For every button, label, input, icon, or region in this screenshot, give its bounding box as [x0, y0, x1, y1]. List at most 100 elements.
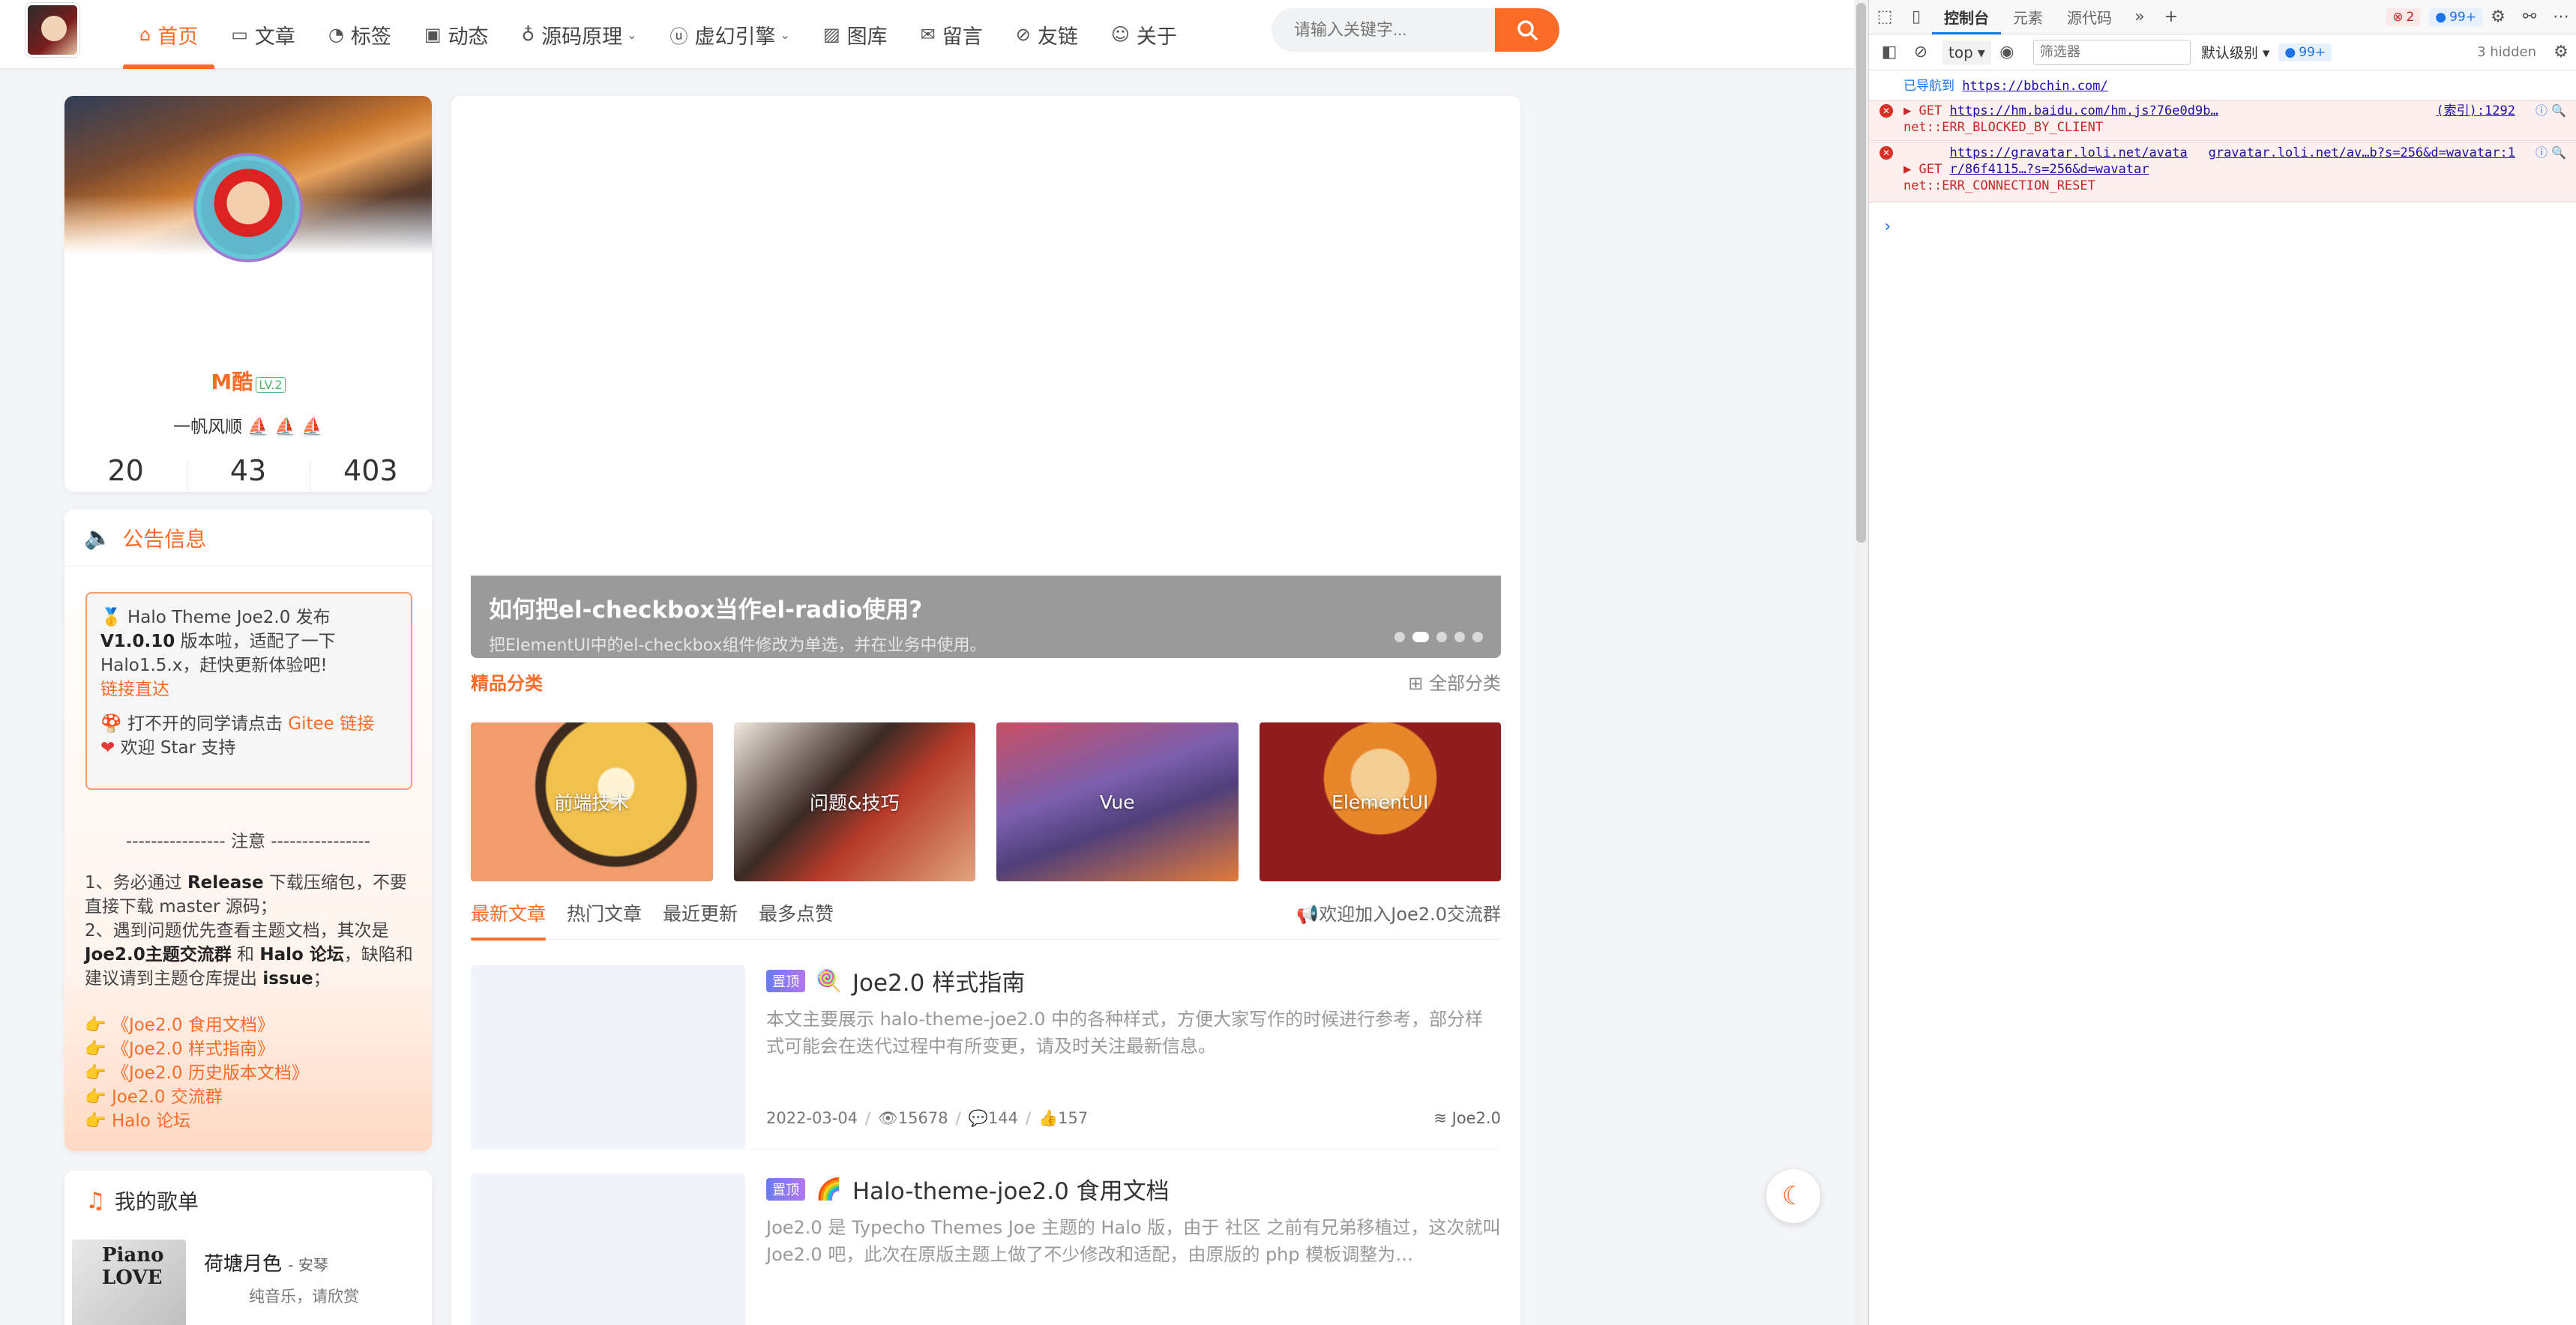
log-level-value: 默认级别	[2200, 45, 2258, 61]
inspect-icon[interactable]: ⬚	[1869, 0, 1901, 34]
nav-url-link[interactable]: https://bbchin.com/	[1962, 79, 2107, 94]
error-count-badge[interactable]: ⊗ 2	[2386, 7, 2421, 26]
chevron-down-icon: ⌄	[627, 27, 637, 42]
category-label: ElementUI	[1331, 791, 1429, 813]
notice-title: 公告信息	[122, 526, 207, 552]
song-name[interactable]: 荷塘月色 - 安琴	[204, 1249, 328, 1276]
error-count: 2	[2406, 9, 2415, 25]
category-card-1[interactable]: 前端技术	[471, 722, 713, 881]
all-categories-link[interactable]: ⊞ 全部分类	[1408, 668, 1501, 695]
stat-2[interactable]: 43文章数	[187, 453, 309, 492]
carousel-dot-1[interactable]	[1394, 632, 1405, 642]
article-tab-1[interactable]: 最新文章	[471, 896, 547, 941]
search-button[interactable]	[1495, 8, 1559, 52]
stat-1[interactable]: 20分类数	[64, 453, 187, 492]
console-prompt[interactable]: ›	[1883, 217, 1892, 236]
page-scrollbar[interactable]	[1854, 0, 1868, 1325]
device-toggle-icon[interactable]: ▯	[1901, 0, 1932, 34]
carousel-dot-5[interactable]	[1472, 632, 1483, 642]
category-card-3[interactable]: Vue	[996, 722, 1239, 881]
carousel-banner[interactable]: 如何把el-checkbox当作el-radio使用? 把ElementUI中的…	[471, 115, 1501, 658]
note-heading: ---------------- 注意 ----------------	[125, 832, 371, 851]
post-thumbnail[interactable]	[471, 1174, 745, 1325]
browser-viewport: ⌂ 首页 ▭ 文章 ◔ 标签 ▣ 动态 ♁ 源码原理 ⌄ ⓤ 虚幻引擎 ⌄ ▨ 图库 ✉ 留言 ⊘ 友链 ☺ 关于 M酷L…	[0, 0, 2576, 1325]
category-card-2[interactable]: 问题&技巧	[733, 722, 975, 881]
article-tab-2[interactable]: 热门文章	[567, 896, 642, 940]
category-card-4[interactable]: ElementUI	[1259, 722, 1501, 881]
nav-item-4[interactable]: ▣ 动态	[408, 0, 505, 69]
nav-item-3[interactable]: ◔ 标签	[312, 0, 408, 69]
issue-actions-icon[interactable]: ⓘ 🔍	[2536, 103, 2566, 119]
site-logo[interactable]	[25, 3, 79, 57]
article-tab-3[interactable]: 最近更新	[663, 896, 738, 940]
article-tab-4[interactable]: 最多点赞	[759, 896, 834, 940]
doc-link-2[interactable]: 👉 《Joe2.0 样式指南》	[85, 1037, 415, 1061]
nav-item-5[interactable]: ♁ 源码原理 ⌄	[505, 0, 654, 69]
doc-link-4[interactable]: 👉 Joe2.0 交流群	[85, 1085, 415, 1109]
add-tab-icon[interactable]: +	[2155, 0, 2187, 34]
carousel-dot-4[interactable]	[1454, 632, 1465, 642]
post-title[interactable]: 置顶 🌈 Halo-theme-joe2.0 食用文档	[766, 1172, 1170, 1206]
devtools-tab-2[interactable]: 元素	[2001, 0, 2055, 34]
pinned-badge: 置顶	[766, 1177, 805, 1201]
nav-item-9[interactable]: ⊘ 友链	[999, 0, 1095, 69]
post-item[interactable]: 置顶 🍭 Joe2.0 样式指南 本文主要展示 halo-theme-joe2.0 中…	[471, 941, 1501, 1150]
nav-item-8[interactable]: ✉ 留言	[904, 0, 999, 69]
post-title[interactable]: 置顶 🍭 Joe2.0 样式指南	[766, 964, 1025, 997]
song-cover[interactable]: Piano LOVE	[72, 1240, 186, 1325]
request-url-link[interactable]: https://gravatar.loli.net/avatar/86f4115…	[1949, 145, 2189, 178]
post-comments: 144	[987, 1109, 1018, 1127]
clear-console-icon[interactable]: ⊘	[1905, 35, 1936, 70]
console-settings-icon[interactable]: ⚙	[2545, 35, 2576, 70]
carousel-dot-2[interactable]	[1412, 632, 1429, 642]
request-url-link[interactable]: https://hm.baidu.com/hm.js?76e0d9b…	[1949, 103, 2218, 119]
join-group-link[interactable]: 📢欢迎加入Joe2.0交流群	[1296, 896, 1501, 926]
nav-item-6[interactable]: ⓤ 虚幻引擎 ⌄	[654, 0, 807, 69]
console-error-entry[interactable]: ✕ ▶ GET https://hm.baidu.com/hm.js?76e0d9…	[1869, 100, 2576, 141]
doc-link-3[interactable]: 👉 《Joe2.0 历史版本文档》	[85, 1061, 415, 1085]
message-count: 99+	[2449, 9, 2476, 25]
avatar[interactable]	[196, 156, 300, 259]
more-tabs-icon[interactable]: »	[2124, 0, 2155, 34]
search-input[interactable]	[1272, 8, 1496, 52]
error-source-link[interactable]: (索引):1292	[2436, 103, 2515, 119]
issue-actions-icon[interactable]: ⓘ 🔍	[2536, 145, 2566, 161]
nav-item-1[interactable]: ⌂ 首页	[123, 0, 215, 69]
sidebar-toggle-icon[interactable]: ◧	[1874, 35, 1905, 70]
page-scrollbar-thumb[interactable]	[1856, 3, 1866, 543]
doc-link-1[interactable]: 👉 《Joe2.0 食用文档》	[85, 1013, 415, 1037]
post-thumbnail[interactable]	[471, 965, 745, 1148]
eye-icon: 👁	[878, 1109, 898, 1127]
menu-icon[interactable]: ⋯	[2545, 0, 2576, 34]
devtools-tab-1[interactable]: 控制台	[1932, 0, 2001, 34]
devtools-tab-3[interactable]: 源代码	[2055, 0, 2124, 34]
stat-3[interactable]: 403评论数	[309, 453, 432, 492]
dark-mode-toggle[interactable]: ☾	[1766, 1169, 1820, 1223]
gitee-link[interactable]: Gitee 链接	[288, 714, 374, 734]
direct-link[interactable]: 链接直达	[100, 677, 397, 701]
context-select[interactable]: top ▾	[1942, 40, 1991, 64]
post-category-tag[interactable]: ≋ Joe2.0	[1433, 1109, 1501, 1128]
nav-item-10[interactable]: ☺ 关于	[1095, 0, 1194, 69]
console-filter-input[interactable]	[2032, 39, 2191, 65]
expand-arrow-icon: ▶	[1904, 162, 1919, 177]
home-icon: ⌂	[139, 24, 151, 45]
post-item[interactable]: 置顶 🌈 Halo-theme-joe2.0 食用文档 Joe2.0 是 Typech…	[471, 1150, 1501, 1325]
post-title-text: Halo-theme-joe2.0 食用文档	[852, 1178, 1170, 1205]
log-level-select[interactable]: 默认级别 ▾	[2201, 42, 2270, 62]
nav-item-2[interactable]: ▭ 文章	[214, 0, 312, 69]
carousel-dot-3[interactable]	[1436, 632, 1447, 642]
profile-name[interactable]: M酷 LV.2	[64, 366, 432, 396]
nav-item-7[interactable]: ▨ 图库	[807, 0, 904, 69]
eye-icon[interactable]: ◉	[1991, 35, 2023, 70]
doc-link-5[interactable]: 👉 Halo 论坛	[85, 1109, 415, 1133]
banner-title[interactable]: 如何把el-checkbox当作el-radio使用?	[489, 591, 1483, 624]
toolbar-message-badge[interactable]: ● 99+	[2278, 43, 2332, 61]
song-cover-text: Piano LOVE	[102, 1244, 164, 1289]
meta-separator: /	[865, 1109, 871, 1127]
message-count-badge[interactable]: ● 99+	[2429, 7, 2482, 26]
connect-icon[interactable]: ⚯	[2514, 0, 2545, 34]
error-source-link[interactable]: gravatar.loli.net/av…b?s=256&d=wavatar:1	[2209, 145, 2515, 161]
settings-icon[interactable]: ⚙	[2482, 0, 2514, 34]
console-error-entry[interactable]: ✕ ▶ GET https://gravatar.loli.net/avatar/…	[1869, 142, 2576, 202]
